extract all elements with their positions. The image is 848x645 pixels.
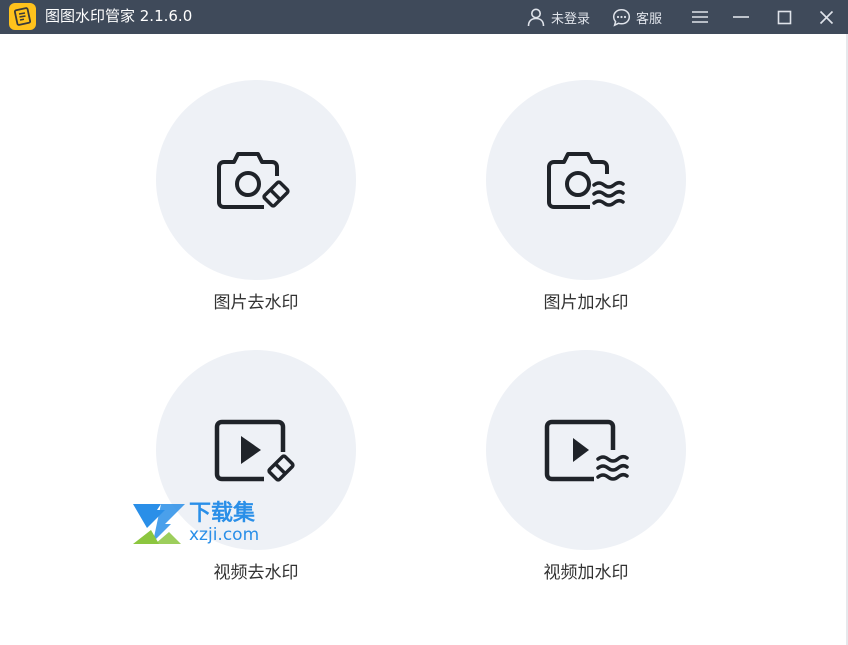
user-icon (526, 7, 546, 27)
minimize-icon (732, 10, 750, 24)
minimize-button[interactable] (731, 0, 751, 34)
feature-label: 视频去水印 (213, 563, 299, 583)
close-button[interactable] (817, 0, 835, 34)
feature-label: 图片加水印 (543, 293, 629, 313)
video-add-watermark-button[interactable]: 视频加水印 (486, 350, 686, 584)
video-remove-watermark-button[interactable]: 视频去水印 (156, 350, 356, 584)
site-watermark: 下载集 xzji.com (131, 502, 281, 548)
app-logo-icon (9, 3, 36, 30)
chat-icon (612, 8, 631, 27)
feature-label: 图片去水印 (213, 293, 299, 313)
customer-service-button[interactable]: 客服 (612, 0, 662, 34)
login-label: 未登录 (551, 11, 591, 27)
maximize-icon (777, 10, 792, 25)
feature-circle[interactable] (486, 350, 686, 550)
image-remove-watermark-button[interactable]: 图片去水印 (156, 80, 356, 314)
watermark-en-text: xzji.com (189, 525, 260, 545)
login-button[interactable]: 未登录 (526, 0, 590, 34)
feature-circle[interactable] (156, 80, 356, 280)
maximize-button[interactable] (775, 0, 793, 34)
watermark-cn-text: 下载集 (189, 501, 256, 526)
title-bar[interactable]: 图图水印管家 2.1.6.0 未登录 客服 (0, 0, 848, 34)
image-add-watermark-button[interactable]: 图片加水印 (486, 80, 686, 314)
app-window: 图图水印管家 2.1.6.0 未登录 客服 图片去水印 图片加水印 视频去水印 … (0, 0, 848, 645)
feature-circle[interactable] (486, 80, 686, 280)
feature-label: 视频加水印 (543, 563, 629, 583)
close-icon (819, 10, 834, 25)
service-label: 客服 (636, 11, 663, 27)
app-title: 图图水印管家 2.1.6.0 (45, 7, 193, 25)
menu-button[interactable] (689, 0, 711, 34)
menu-icon (691, 10, 709, 24)
